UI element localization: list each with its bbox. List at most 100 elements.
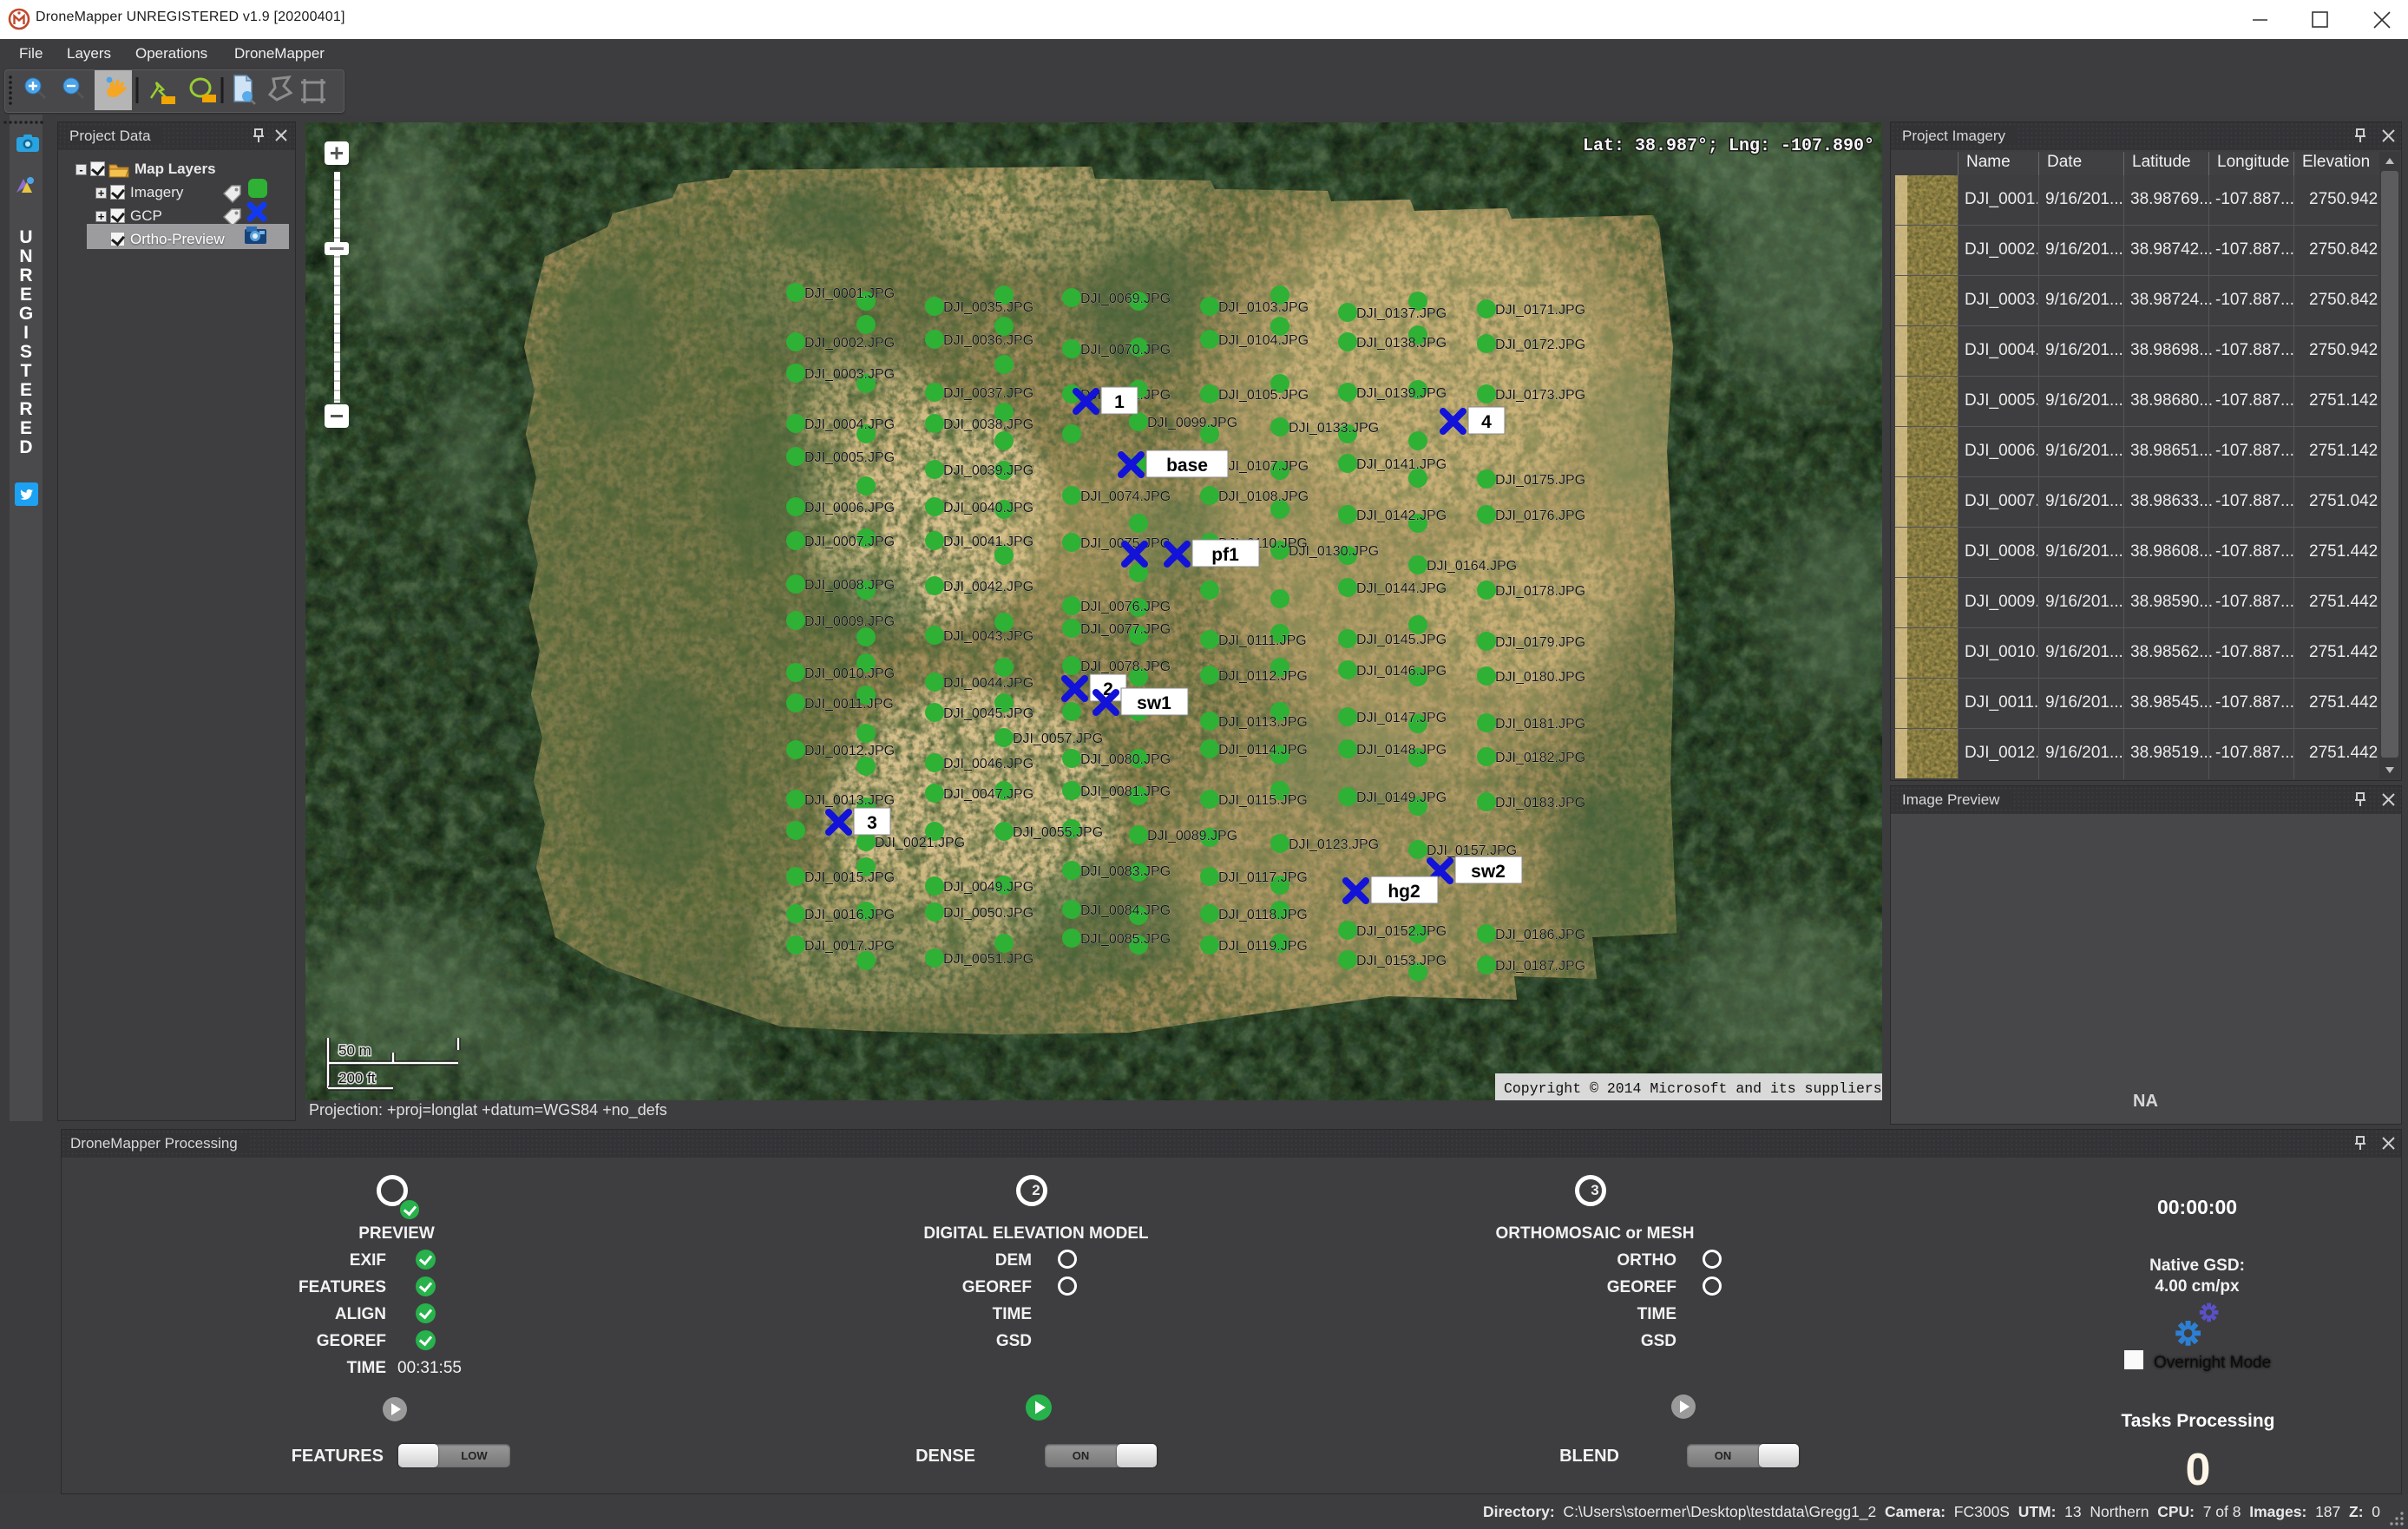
svg-text:pf1: pf1	[1211, 545, 1239, 565]
svg-text:50 m: 50 m	[338, 1042, 371, 1059]
svg-text:DJI_0157.JPG: DJI_0157.JPG	[1427, 843, 1517, 858]
svg-text:DJI_0119.JPG: DJI_0119.JPG	[1218, 939, 1308, 954]
svg-text:DJI_0070.JPG: DJI_0070.JPG	[1080, 343, 1171, 358]
svg-text:DJI_0046.JPG: DJI_0046.JPG	[943, 757, 1033, 771]
svg-text:DJI_0179.JPG: DJI_0179.JPG	[1495, 635, 1585, 650]
svg-text:DJI_0013.JPG: DJI_0013.JPG	[804, 793, 895, 808]
svg-text:DJI_0187.JPG: DJI_0187.JPG	[1495, 959, 1585, 974]
svg-text:DJI_0180.JPG: DJI_0180.JPG	[1495, 670, 1585, 685]
svg-text:200 ft: 200 ft	[338, 1070, 376, 1086]
svg-text:DJI_0141.JPG: DJI_0141.JPG	[1356, 457, 1447, 472]
svg-text:DJI_0182.JPG: DJI_0182.JPG	[1495, 751, 1585, 765]
svg-text:DJI_0148.JPG: DJI_0148.JPG	[1356, 743, 1447, 758]
svg-text:DJI_0010.JPG: DJI_0010.JPG	[804, 666, 895, 681]
svg-text:DJI_0047.JPG: DJI_0047.JPG	[943, 787, 1033, 802]
svg-text:4: 4	[1481, 412, 1492, 432]
svg-text:DJI_0137.JPG: DJI_0137.JPG	[1356, 306, 1447, 321]
svg-text:DJI_0113.JPG: DJI_0113.JPG	[1218, 715, 1308, 730]
svg-text:DJI_0002.JPG: DJI_0002.JPG	[804, 336, 895, 351]
svg-text:DJI_0114.JPG: DJI_0114.JPG	[1218, 743, 1308, 758]
svg-text:DJI_0111.JPG: DJI_0111.JPG	[1218, 633, 1307, 648]
svg-text:DJI_0118.JPG: DJI_0118.JPG	[1218, 908, 1308, 922]
svg-text:DJI_0133.JPG: DJI_0133.JPG	[1289, 421, 1379, 436]
svg-text:DJI_0171.JPG: DJI_0171.JPG	[1495, 303, 1585, 318]
svg-text:DJI_0115.JPG: DJI_0115.JPG	[1218, 793, 1308, 808]
svg-text:DJI_0050.JPG: DJI_0050.JPG	[943, 906, 1033, 921]
svg-text:DJI_0152.JPG: DJI_0152.JPG	[1356, 924, 1447, 939]
svg-text:DJI_0016.JPG: DJI_0016.JPG	[804, 908, 895, 922]
svg-text:DJI_0038.JPG: DJI_0038.JPG	[943, 417, 1033, 432]
svg-text:base: base	[1166, 456, 1208, 476]
svg-text:sw2: sw2	[1471, 862, 1506, 882]
svg-text:DJI_0042.JPG: DJI_0042.JPG	[943, 580, 1033, 594]
svg-text:1: 1	[1114, 392, 1125, 412]
svg-text:DJI_0057.JPG: DJI_0057.JPG	[1013, 732, 1103, 746]
svg-text:DJI_0078.JPG: DJI_0078.JPG	[1080, 660, 1171, 674]
svg-text:DJI_0139.JPG: DJI_0139.JPG	[1356, 386, 1447, 401]
svg-text:DJI_0142.JPG: DJI_0142.JPG	[1356, 509, 1447, 523]
svg-text:DJI_0153.JPG: DJI_0153.JPG	[1356, 954, 1447, 968]
svg-text:DJI_0021.JPG: DJI_0021.JPG	[875, 836, 965, 850]
svg-text:DJI_0108.JPG: DJI_0108.JPG	[1218, 489, 1309, 504]
svg-text:DJI_0147.JPG: DJI_0147.JPG	[1356, 711, 1447, 725]
svg-text:DJI_0004.JPG: DJI_0004.JPG	[804, 417, 895, 432]
svg-text:DJI_0085.JPG: DJI_0085.JPG	[1080, 932, 1171, 947]
svg-text:DJI_0104.JPG: DJI_0104.JPG	[1218, 333, 1309, 348]
svg-text:DJI_0080.JPG: DJI_0080.JPG	[1080, 752, 1171, 767]
svg-text:DJI_0107.JPG: DJI_0107.JPG	[1218, 459, 1309, 474]
svg-text:DJI_0089.JPG: DJI_0089.JPG	[1147, 829, 1237, 843]
svg-text:DJI_0176.JPG: DJI_0176.JPG	[1495, 509, 1585, 523]
svg-text:DJI_0049.JPG: DJI_0049.JPG	[943, 880, 1033, 895]
svg-text:DJI_0040.JPG: DJI_0040.JPG	[943, 501, 1033, 515]
svg-text:DJI_0005.JPG: DJI_0005.JPG	[804, 450, 895, 465]
svg-text:DJI_0145.JPG: DJI_0145.JPG	[1356, 633, 1447, 647]
svg-text:DJI_0172.JPG: DJI_0172.JPG	[1495, 338, 1585, 352]
svg-text:DJI_0083.JPG: DJI_0083.JPG	[1080, 864, 1171, 879]
svg-text:DJI_0103.JPG: DJI_0103.JPG	[1218, 300, 1309, 315]
svg-text:DJI_0186.JPG: DJI_0186.JPG	[1495, 928, 1585, 942]
svg-text:DJI_0001.JPG: DJI_0001.JPG	[804, 286, 895, 301]
svg-text:DJI_0039.JPG: DJI_0039.JPG	[943, 463, 1033, 478]
svg-text:DJI_0069.JPG: DJI_0069.JPG	[1080, 292, 1171, 306]
svg-text:DJI_0006.JPG: DJI_0006.JPG	[804, 501, 895, 515]
svg-text:DJI_0146.JPG: DJI_0146.JPG	[1356, 664, 1447, 679]
svg-text:DJI_0183.JPG: DJI_0183.JPG	[1495, 796, 1585, 810]
svg-text:DJI_0105.JPG: DJI_0105.JPG	[1218, 388, 1309, 403]
svg-text:hg2: hg2	[1388, 882, 1420, 902]
svg-text:DJI_0112.JPG: DJI_0112.JPG	[1218, 669, 1308, 684]
svg-text:DJI_0076.JPG: DJI_0076.JPG	[1080, 600, 1171, 614]
svg-text:DJI_0099.JPG: DJI_0099.JPG	[1147, 416, 1237, 430]
svg-text:DJI_0009.JPG: DJI_0009.JPG	[804, 614, 895, 629]
svg-text:DJI_0051.JPG: DJI_0051.JPG	[943, 952, 1033, 967]
svg-text:3: 3	[867, 813, 877, 833]
svg-text:DJI_0077.JPG: DJI_0077.JPG	[1080, 622, 1171, 637]
svg-text:DJI_0037.JPG: DJI_0037.JPG	[943, 386, 1033, 401]
svg-text:DJI_0123.JPG: DJI_0123.JPG	[1289, 837, 1379, 852]
svg-text:DJI_0130.JPG: DJI_0130.JPG	[1289, 544, 1379, 559]
svg-text:DJI_0036.JPG: DJI_0036.JPG	[943, 333, 1033, 348]
svg-text:DJI_0175.JPG: DJI_0175.JPG	[1495, 473, 1585, 488]
svg-text:DJI_0035.JPG: DJI_0035.JPG	[943, 300, 1033, 315]
svg-text:DJI_0074.JPG: DJI_0074.JPG	[1080, 489, 1171, 504]
svg-text:DJI_0017.JPG: DJI_0017.JPG	[804, 939, 895, 954]
svg-text:DJI_0044.JPG: DJI_0044.JPG	[943, 676, 1033, 691]
svg-text:DJI_0041.JPG: DJI_0041.JPG	[943, 535, 1033, 549]
svg-text:DJI_0117.JPG: DJI_0117.JPG	[1218, 870, 1308, 885]
svg-text:Lat: 38.987°; Lng: -107.890°: Lat: 38.987°; Lng: -107.890°	[1583, 136, 1874, 156]
svg-text:DJI_0178.JPG: DJI_0178.JPG	[1495, 584, 1585, 599]
svg-text:DJI_0003.JPG: DJI_0003.JPG	[804, 367, 895, 382]
svg-text:DJI_0081.JPG: DJI_0081.JPG	[1080, 784, 1171, 799]
svg-text:DJI_0011.JPG: DJI_0011.JPG	[804, 697, 894, 712]
svg-text:DJI_0008.JPG: DJI_0008.JPG	[804, 578, 895, 593]
svg-text:DJI_0164.JPG: DJI_0164.JPG	[1427, 559, 1517, 574]
svg-text:DJI_0055.JPG: DJI_0055.JPG	[1013, 825, 1103, 840]
svg-text:DJI_0149.JPG: DJI_0149.JPG	[1356, 791, 1447, 805]
svg-text:DJI_0015.JPG: DJI_0015.JPG	[804, 870, 895, 885]
svg-text:DJI_0007.JPG: DJI_0007.JPG	[804, 535, 895, 549]
svg-text:DJI_0138.JPG: DJI_0138.JPG	[1356, 336, 1447, 351]
svg-text:sw1: sw1	[1137, 693, 1171, 713]
svg-text:DJI_0043.JPG: DJI_0043.JPG	[943, 629, 1033, 644]
svg-text:DJI_0045.JPG: DJI_0045.JPG	[943, 706, 1033, 721]
svg-text:DJI_0144.JPG: DJI_0144.JPG	[1356, 581, 1447, 596]
svg-text:DJI_0084.JPG: DJI_0084.JPG	[1080, 903, 1171, 918]
